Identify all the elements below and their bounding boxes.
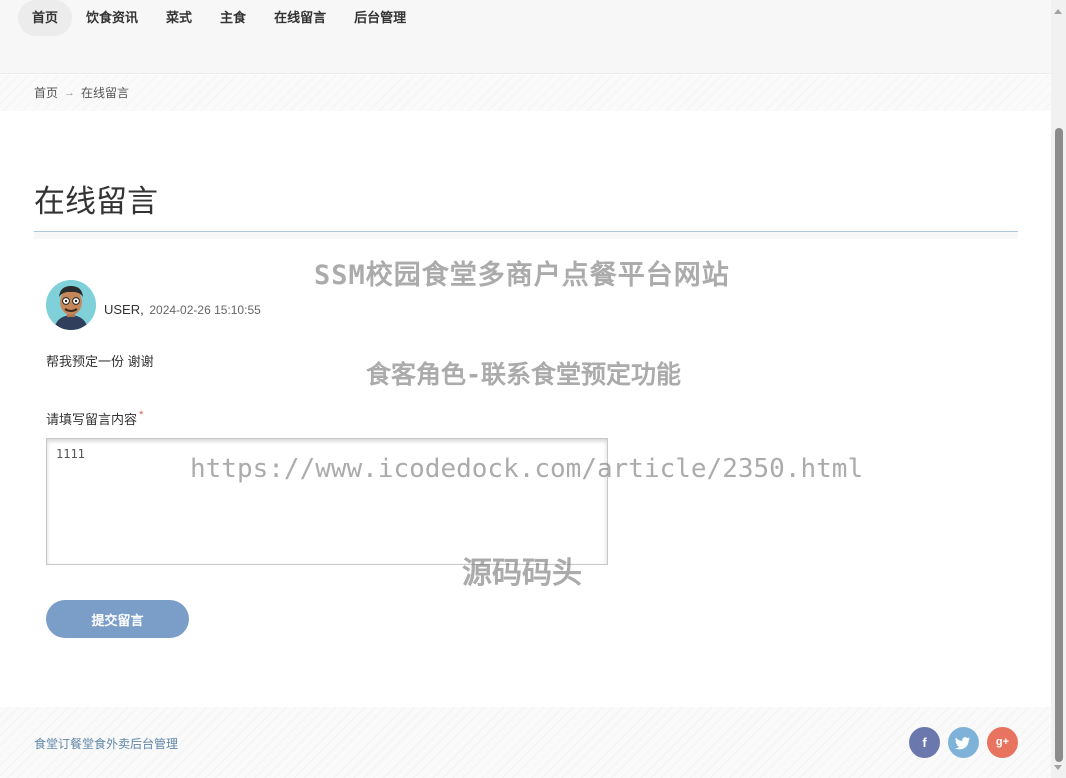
header: 首页 饮食资讯 菜式 主食 在线留言 后台管理 [0,0,1051,74]
facebook-icon[interactable]: f [909,727,940,758]
watermark-subtitle: 食客角色-联系食堂预定功能 [366,360,682,389]
message-time: 2024-02-26 15:10:55 [149,303,261,317]
nav-item-admin[interactable]: 后台管理 [340,0,420,36]
vertical-scrollbar[interactable] [1051,0,1066,778]
footer: 食堂订餐堂食外卖后台管理 f g+ [0,707,1051,778]
title-divider [34,231,1018,239]
twitter-bird-icon [955,737,970,750]
twitter-icon[interactable] [948,727,979,758]
nav-item-news[interactable]: 饮食资讯 [72,0,152,36]
nav-item-home[interactable]: 首页 [18,0,73,36]
message-user: USER, [104,302,144,317]
breadcrumb: 首页 → 在线留言 [34,84,129,101]
message-meta: USER, 2024-02-26 15:10:55 [104,302,261,317]
watermark-title: SSM校园食堂多商户点餐平台网站 [314,260,730,291]
avatar-icon [46,280,96,330]
nav-item-staple[interactable]: 主食 [206,0,260,36]
message-content: 帮我预定一份 谢谢 [46,354,154,369]
page: 首页 饮食资讯 菜式 主食 在线留言 后台管理 首页 → 在线留言 在线留言 U… [0,0,1051,778]
submit-message-button[interactable]: 提交留言 [46,600,189,638]
required-mark: * [139,409,144,421]
main-nav: 首页 饮食资讯 菜式 主食 在线留言 后台管理 [18,0,420,36]
google-plus-icon[interactable]: g+ [987,727,1018,758]
nav-item-message[interactable]: 在线留言 [260,0,340,36]
scroll-up-icon[interactable] [1054,9,1062,14]
footer-link[interactable]: 食堂订餐堂食外卖后台管理 [34,735,178,752]
scroll-down-icon[interactable] [1054,765,1062,770]
field-label-text: 请填写留言内容 [46,412,138,427]
nav-item-dishes[interactable]: 菜式 [152,0,206,36]
breadcrumb-home[interactable]: 首页 [34,84,58,101]
user-avatar [46,280,96,330]
breadcrumb-current: 在线留言 [81,86,130,100]
breadcrumb-bar: 首页 → 在线留言 [0,75,1051,111]
message-field-label: 请填写留言内容 * [46,409,143,428]
message-textarea[interactable]: 1111 [46,438,608,565]
scroll-thumb[interactable] [1055,128,1063,762]
arrow-right-icon: → [64,86,76,99]
page-title: 在线留言 [34,184,158,219]
